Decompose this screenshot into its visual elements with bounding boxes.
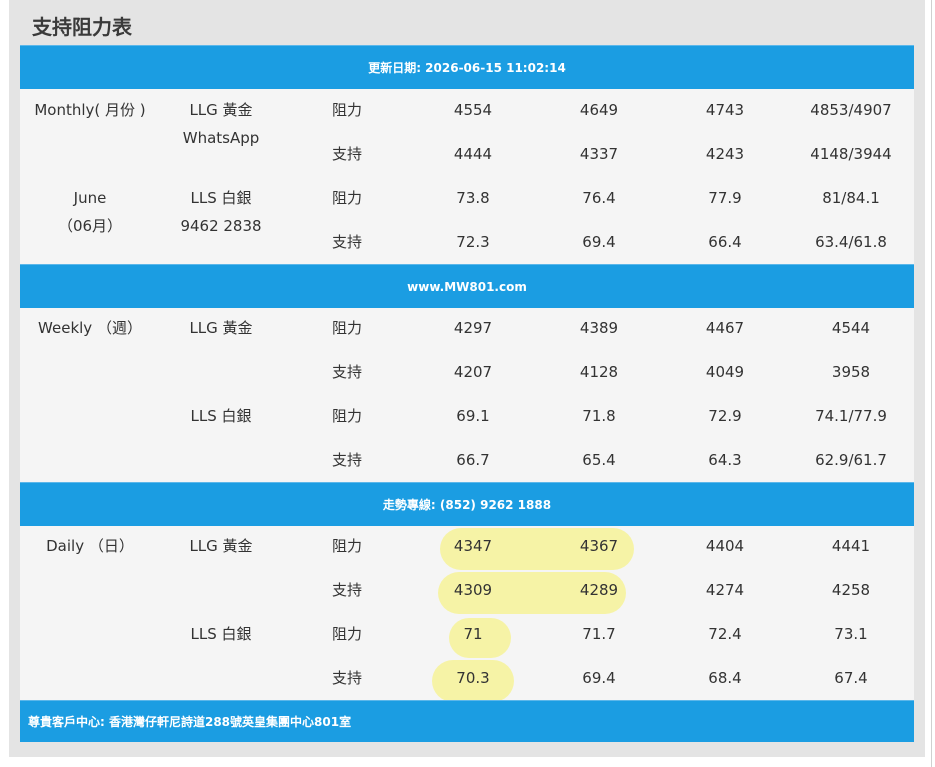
hotline-band: 走勢專線: (852) 9262 1888 [20, 482, 914, 526]
value-cell: 69.4 [582, 233, 616, 251]
row-type: 支持 [331, 451, 362, 469]
row-type: 支持 [331, 669, 362, 687]
monthly-month-number: （06月） [57, 217, 123, 235]
whatsapp-phone: 9462 2838 [180, 217, 262, 235]
daily-llg-label: LLG 黃金 [189, 537, 253, 555]
value-cell: 4554 [453, 101, 493, 119]
row-type: 支持 [331, 233, 362, 251]
value-cell: 70.3 [456, 669, 490, 687]
monthly-month-label: June [73, 189, 107, 207]
value-cell: 71.8 [582, 407, 616, 425]
value-cell: 63.4/61.8 [815, 233, 887, 251]
value-cell: 4049 [705, 363, 745, 381]
value-cell: 4337 [579, 145, 619, 163]
value-cell: 72.9 [708, 407, 742, 425]
value-cell: 64.3 [708, 451, 742, 469]
row-type: 阻力 [331, 101, 362, 119]
value-cell: 4297 [453, 319, 493, 337]
daily-period-label: Daily （日） [46, 537, 134, 555]
support-resistance-table: 更新日期: 2026-06-15 11:02:14 Monthly( 月份 ) … [20, 45, 914, 742]
monthly-llg-label: LLG 黃金 [189, 101, 253, 119]
page-title: 支持阻力表 [32, 15, 132, 39]
value-cell: 4258 [831, 581, 871, 599]
value-cell: 71.7 [582, 625, 616, 643]
row-type: 支持 [331, 363, 362, 381]
value-cell: 4649 [579, 101, 619, 119]
value-cell: 4148/3944 [810, 145, 892, 163]
value-cell: 4467 [705, 319, 745, 337]
row-type: 阻力 [331, 319, 362, 337]
row-type: 阻力 [331, 625, 362, 643]
value-cell: 67.4 [834, 669, 868, 687]
value-cell: 66.4 [708, 233, 742, 251]
value-cell: 73.8 [456, 189, 490, 207]
monthly-lls-label: LLS 白銀 [190, 189, 252, 207]
value-cell: 4441 [831, 537, 871, 555]
value-cell: 4853/4907 [810, 101, 892, 119]
value-cell: 4367 [579, 537, 619, 555]
value-cell: 68.4 [708, 669, 742, 687]
value-cell: 62.9/61.7 [815, 451, 887, 469]
weekly-llg-label: LLG 黃金 [189, 319, 253, 337]
value-cell: 76.4 [582, 189, 616, 207]
value-cell: 4243 [705, 145, 745, 163]
value-cell: 4128 [579, 363, 619, 381]
value-cell: 4347 [453, 537, 493, 555]
value-cell: 4743 [705, 101, 745, 119]
value-cell: 4207 [453, 363, 493, 381]
value-cell: 4289 [579, 581, 619, 599]
value-cell: 4544 [831, 319, 871, 337]
value-cell: 66.7 [456, 451, 490, 469]
value-cell: 65.4 [582, 451, 616, 469]
value-cell: 71 [463, 625, 483, 643]
value-cell: 81/84.1 [822, 189, 880, 207]
weekly-lls-label: LLS 白銀 [190, 407, 252, 425]
value-cell: 4274 [705, 581, 745, 599]
daily-lls-label: LLS 白銀 [190, 625, 252, 643]
update-date-band: 更新日期: 2026-06-15 11:02:14 [20, 45, 914, 89]
value-cell: 4444 [453, 145, 493, 163]
row-type: 支持 [331, 581, 362, 599]
whatsapp-label: WhatsApp [182, 129, 260, 147]
value-cell: 3958 [831, 363, 871, 381]
value-cell: 4389 [579, 319, 619, 337]
value-cell: 72.4 [708, 625, 742, 643]
monthly-period-label: Monthly( 月份 ) [34, 101, 146, 119]
row-type: 阻力 [331, 189, 362, 207]
value-cell: 73.1 [834, 625, 868, 643]
scrollbar-track-line [931, 0, 932, 767]
row-type: 支持 [331, 145, 362, 163]
row-type: 阻力 [331, 407, 362, 425]
website-band: www.MW801.com [20, 264, 914, 308]
value-cell: 4309 [453, 581, 493, 599]
value-cell: 77.9 [708, 189, 742, 207]
weekly-period-label: Weekly （週） [38, 319, 142, 337]
value-cell: 72.3 [456, 233, 490, 251]
address-band: 尊貴客戶中心: 香港灣仔軒尼詩道288號英皇集團中心801室 [20, 700, 914, 742]
value-cell: 69.4 [582, 669, 616, 687]
value-cell: 74.1/77.9 [815, 407, 887, 425]
value-cell: 69.1 [456, 407, 490, 425]
row-type: 阻力 [331, 537, 362, 555]
value-cell: 4404 [705, 537, 745, 555]
